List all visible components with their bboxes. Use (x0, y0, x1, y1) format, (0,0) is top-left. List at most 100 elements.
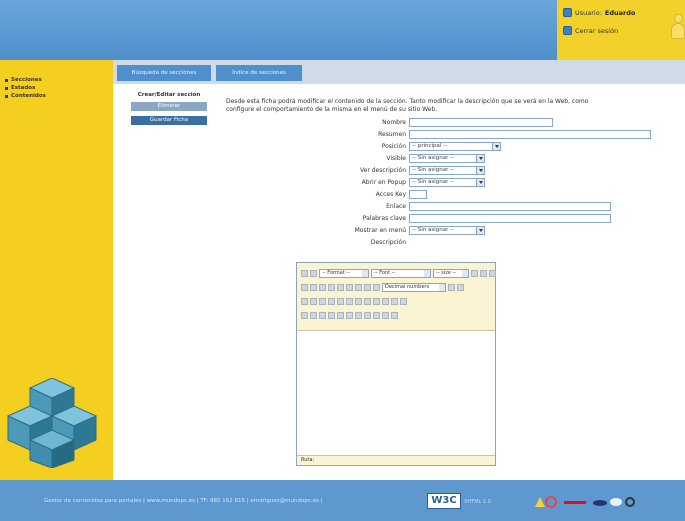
col-insert-icon[interactable] (319, 311, 326, 319)
nombre-input[interactable] (409, 117, 553, 127)
link-icon[interactable] (355, 297, 362, 305)
copy-icon[interactable] (310, 297, 317, 305)
hr-icon[interactable] (355, 311, 362, 319)
delete-button[interactable]: Eliminar (131, 102, 207, 111)
anchor-icon[interactable] (373, 297, 380, 305)
paste-icon[interactable] (319, 297, 326, 305)
clean-icon[interactable] (364, 311, 371, 319)
sidebar-item-label[interactable]: Contenidos (11, 93, 46, 99)
col-delete-icon[interactable] (328, 311, 335, 319)
row-delete-icon[interactable] (310, 311, 317, 319)
align-left-icon[interactable] (301, 283, 308, 291)
unlink-icon[interactable] (364, 297, 371, 305)
browsers-icon (593, 497, 635, 507)
redo-icon[interactable] (346, 297, 353, 305)
visible-value: -- Sin asignar -- (412, 154, 455, 161)
tab-busqueda[interactable]: Búsqueda de secciones (117, 65, 211, 81)
mostrar-menu-select[interactable]: -- Sin asignar -- (409, 225, 485, 235)
bullet-list-icon[interactable] (448, 283, 455, 291)
format-select[interactable]: -- Format -- (319, 268, 369, 278)
row-insert-icon[interactable] (301, 311, 308, 319)
ver-descripcion-label: Ver descripción (359, 166, 406, 174)
cut-icon[interactable] (301, 297, 308, 305)
image-icon[interactable] (382, 297, 389, 305)
enlace-label: Enlace (386, 202, 406, 210)
split-cells-icon[interactable] (346, 311, 353, 319)
list-style-select[interactable]: Decimal numbers (382, 282, 446, 292)
subscript-icon[interactable] (328, 283, 335, 291)
sidebar-item-label[interactable]: Secciones (11, 77, 42, 83)
undo-icon[interactable] (337, 297, 344, 305)
cubes-logo (6, 378, 98, 468)
accesskey-label: Acces Key (375, 190, 406, 198)
list-style-value: Decimal numbers (385, 283, 430, 290)
palabras-clave-input[interactable] (409, 213, 611, 223)
source-icon[interactable] (301, 269, 308, 277)
merge-cells-icon[interactable] (337, 311, 344, 319)
tab-indice[interactable]: Índice de secciones (216, 65, 302, 81)
indent-icon[interactable] (355, 283, 362, 291)
posicion-value: -- principal -- (412, 142, 448, 149)
bold-icon[interactable] (471, 269, 478, 277)
sidebar-item-label[interactable]: Estados (11, 85, 35, 91)
posicion-select[interactable]: -- principal -- (409, 141, 501, 151)
popup-label: Abrir en Popup (361, 178, 406, 186)
paste-text-icon[interactable] (328, 297, 335, 305)
xhtml-badge[interactable]: XHTML 1.0 (464, 499, 491, 505)
user-icon (563, 8, 572, 17)
accessibility-icon (564, 501, 586, 504)
preview-icon[interactable] (391, 311, 398, 319)
panel-heading: Crear/Editar sección (137, 92, 201, 98)
mostrar-menu-label: Mostrar en menú (354, 226, 406, 234)
toolbar-row (301, 309, 398, 321)
font-select[interactable]: -- Font -- (371, 268, 431, 278)
rich-text-editor[interactable]: -- Format -- -- Font -- -- size -- Decim… (296, 262, 496, 466)
left-panel: Crear/Editar sección Eliminar Guardar Fi… (121, 92, 217, 125)
logout-link[interactable]: Cerrar sesión (563, 26, 618, 35)
bullet-icon (5, 86, 8, 90)
sidebar-item-contenidos[interactable]: Contenidos (5, 92, 46, 100)
descripcion-label: Descripción (370, 238, 406, 246)
enlace-input[interactable] (409, 201, 611, 211)
size-select[interactable]: -- size -- (433, 268, 469, 278)
special-char-icon[interactable] (373, 311, 380, 319)
palabras-clave-label: Palabras clave (362, 214, 406, 222)
justify-icon[interactable] (373, 283, 380, 291)
user-panel: Usuario: Eduardo Cerrar sesión (557, 0, 685, 60)
size-value: -- size -- (436, 269, 457, 276)
popup-value: -- Sin asignar -- (412, 178, 455, 185)
user-label: Usuario: (575, 8, 602, 17)
visible-label: Visible (386, 154, 406, 162)
align-center-icon[interactable] (310, 283, 317, 291)
chevron-down-icon (476, 154, 484, 162)
ver-descripcion-select[interactable]: -- Sin asignar -- (409, 165, 485, 175)
resumen-input[interactable] (409, 129, 651, 139)
logout-icon (563, 26, 572, 35)
chevron-down-icon (424, 269, 430, 277)
superscript-icon[interactable] (337, 283, 344, 291)
sidebar-item-estados[interactable]: Estados (5, 84, 46, 92)
table-icon[interactable] (391, 297, 398, 305)
form-intro: Desde esta ficha podrá modificar el cont… (226, 98, 589, 113)
save-button[interactable]: Guardar Ficha (131, 116, 207, 125)
align-right-icon[interactable] (319, 283, 326, 291)
italic-icon[interactable] (480, 269, 487, 277)
popup-select[interactable]: -- Sin asignar -- (409, 177, 485, 187)
chevron-down-icon (476, 226, 484, 234)
help-icon[interactable] (400, 297, 407, 305)
visible-select[interactable]: -- Sin asignar -- (409, 153, 485, 163)
numbered-list-icon[interactable] (457, 283, 464, 291)
header-bar: Usuario: Eduardo Cerrar sesión (0, 0, 685, 60)
w3c-badge[interactable]: W3C (427, 493, 461, 509)
list-icon[interactable] (346, 283, 353, 291)
outdent-icon[interactable] (364, 283, 371, 291)
sidebar-item-secciones[interactable]: Secciones (5, 76, 46, 84)
logout-label[interactable]: Cerrar sesión (575, 27, 618, 35)
underline-icon[interactable] (489, 269, 496, 277)
search-icon[interactable] (310, 269, 317, 277)
chevron-down-icon (476, 166, 484, 174)
chevron-down-icon (439, 283, 445, 291)
accesskey-input[interactable] (409, 189, 427, 199)
fullscreen-icon[interactable] (382, 311, 389, 319)
editor-toolbar: -- Format -- -- Font -- -- size -- Decim… (297, 263, 496, 331)
